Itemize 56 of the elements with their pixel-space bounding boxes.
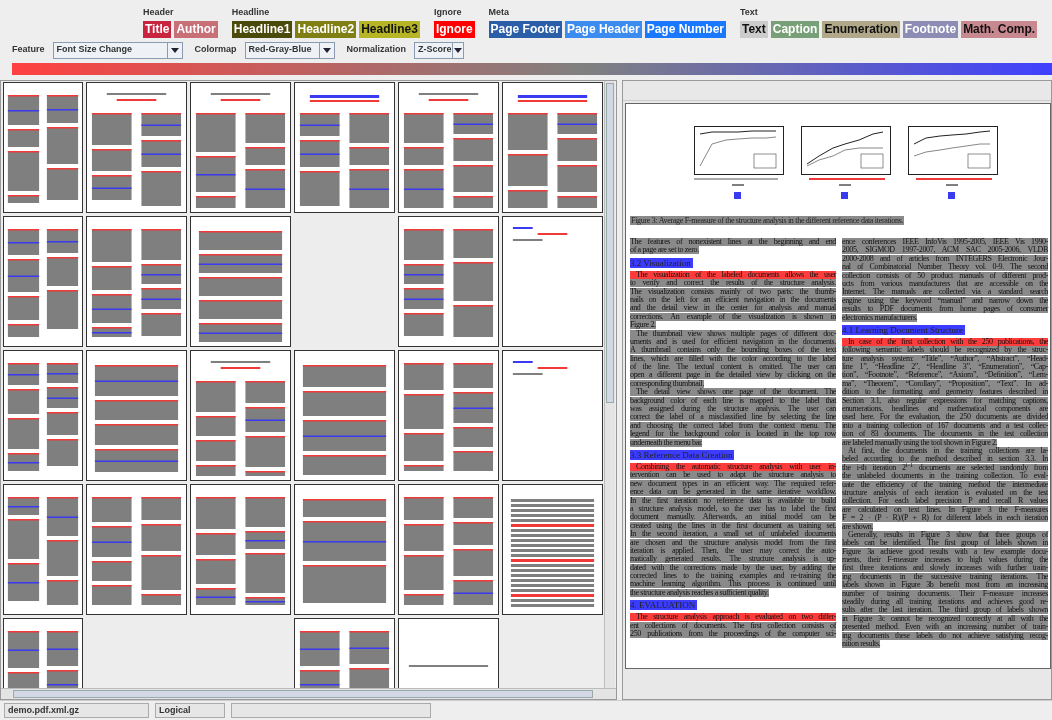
page-thumbnail[interactable]: [3, 82, 83, 213]
label-chip[interactable]: Ignore: [433, 21, 475, 38]
label-chip[interactable]: Text: [740, 21, 768, 38]
dropdown[interactable]: Z-Score: [414, 41, 465, 59]
label-chip[interactable]: Headline2: [295, 21, 357, 38]
page-thumbnail[interactable]: [3, 484, 83, 615]
vertical-scrollbar[interactable]: [604, 81, 615, 688]
status-field: demo.pdf.xml.gz: [4, 703, 149, 718]
horizontal-scrollbar[interactable]: [1, 688, 616, 699]
page-thumbnail[interactable]: [86, 484, 187, 615]
page-thumbnail[interactable]: [190, 216, 291, 347]
label-chip[interactable]: Caption: [770, 21, 820, 38]
field-label: Normalization: [346, 43, 407, 57]
field-label: Colormap: [194, 43, 237, 57]
label-chip[interactable]: Enumeration: [822, 21, 900, 38]
label-chip[interactable]: Author: [174, 21, 218, 38]
label-chip[interactable]: Math. Comp.: [961, 21, 1038, 38]
page-thumbnail[interactable]: [3, 216, 83, 347]
dropdown-arrow-icon: [170, 47, 179, 53]
label-chip[interactable]: Page Number: [644, 21, 726, 38]
page-thumbnail[interactable]: [398, 82, 499, 213]
dropdown[interactable]: Font Size Change: [52, 41, 183, 59]
field-label: Feature: [12, 43, 45, 57]
legend-group-title: Headline: [231, 7, 271, 17]
page-thumbnail[interactable]: [398, 216, 499, 347]
label-chip[interactable]: Page Header: [564, 21, 642, 38]
page-thumbnail[interactable]: [294, 82, 395, 213]
page-thumbnail[interactable]: [502, 484, 603, 615]
label-chip[interactable]: Headline3: [359, 21, 420, 38]
page-thumbnail[interactable]: [398, 484, 499, 615]
dropdown-arrow-icon: [322, 47, 331, 53]
page-thumbnail[interactable]: [502, 82, 603, 213]
page-thumbnail[interactable]: [294, 350, 395, 481]
page-thumbnail[interactable]: [190, 350, 291, 481]
label-chip[interactable]: Title: [143, 21, 172, 38]
legend-group-title: Header: [143, 7, 175, 17]
page-thumbnail[interactable]: [502, 350, 603, 481]
legend-group-title: Text: [740, 7, 759, 17]
dropdown[interactable]: Red-Gray-Blue: [244, 41, 335, 59]
label-chip[interactable]: Page Footer: [488, 21, 562, 38]
page-thumbnail[interactable]: [86, 350, 187, 481]
page-thumbnail[interactable]: [502, 216, 603, 347]
page-thumbnail[interactable]: [190, 82, 291, 213]
legend-group-title: Meta: [488, 7, 511, 17]
legend-group-title: Ignore: [433, 7, 463, 17]
page-thumbnail[interactable]: [190, 484, 291, 615]
page-thumbnail[interactable]: [86, 216, 187, 347]
figure-caption: Figure 3: Average F-measure of the structure analysis in the different reference data iterations.: [630, 216, 905, 225]
status-field: Logical: [155, 703, 225, 718]
label-chip[interactable]: Footnote: [902, 21, 959, 38]
label-chip[interactable]: Headline1: [231, 21, 293, 38]
page-thumbnail[interactable]: [294, 484, 395, 615]
dropdown-arrow-icon: [453, 47, 462, 53]
page-thumbnail[interactable]: [398, 350, 499, 481]
page-thumbnail[interactable]: [3, 350, 83, 481]
page-thumbnail[interactable]: [86, 82, 187, 213]
